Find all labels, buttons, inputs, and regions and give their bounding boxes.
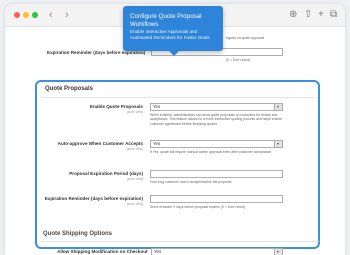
scope-label: [store view]: [126, 147, 143, 151]
select-value: Yes: [153, 104, 161, 109]
expiration-reminder-note: Send reminder X days before proposal exp…: [150, 205, 245, 209]
scope-label: [store view]: [126, 177, 143, 181]
download-icon[interactable]: ⊕: [289, 8, 297, 22]
scope-label: [store view]: [126, 110, 143, 114]
forward-arrow-icon[interactable]: ›: [65, 8, 69, 22]
browser-window: ‹ › ⊕ ⇧ + ⧉ signed on quote approval Exp…: [5, 4, 345, 255]
section-divider: [41, 97, 314, 98]
auto-approve-note: If Yes, quote will require manual admin …: [150, 150, 273, 154]
auto-approve-select[interactable]: Yes: [150, 140, 283, 148]
tabs-overview-icon[interactable]: ⧉: [330, 8, 337, 22]
expiration-reminder-label: Expiration Reminder (days before expirat…: [44, 196, 143, 201]
scope-label: [store view]: [126, 202, 143, 206]
expiration-period-label: Proposal Expiration Period (days): [69, 171, 143, 176]
expiration-period-note: How long customer has to accept/decline …: [150, 180, 232, 184]
section-title: Quote Proposals: [45, 86, 94, 92]
enable-quote-proposals-label: Enable Quote Proposals: [89, 104, 143, 109]
partial-note: signed on quote approval: [226, 36, 265, 40]
allow-shipping-label: Allow Shipping Modification on Checkout: [57, 249, 148, 254]
configure-tooltip: Configure Quote Proposal Workflows Enabl…: [123, 6, 223, 56]
select-value: Yes: [153, 141, 161, 146]
chevron-down-icon: [274, 141, 282, 147]
select-value: Yes: [154, 249, 162, 254]
quote-proposals-section: Quote Proposals Enable Quote Proposals […: [35, 80, 320, 249]
tooltip-title: Configure Quote Proposal Workflows: [130, 13, 202, 28]
back-arrow-icon[interactable]: ‹: [49, 8, 53, 22]
shipping-divider: [41, 241, 319, 242]
close-window-button[interactable]: [14, 12, 20, 18]
maximize-window-button[interactable]: [32, 12, 38, 18]
expiration-reminder-input[interactable]: [150, 195, 283, 203]
allow-shipping-select[interactable]: Yes: [151, 248, 283, 255]
chevron-down-icon: [274, 249, 282, 255]
admin-config-page: signed on quote approval Expiration Remi…: [5, 27, 345, 255]
new-tab-icon[interactable]: +: [318, 8, 324, 22]
share-icon[interactable]: ⇧: [304, 8, 312, 22]
expiration-period-input[interactable]: [150, 170, 283, 178]
auto-approve-label: Auto-approve When Customer Accepts: [57, 141, 143, 146]
enable-quote-proposals-select[interactable]: Yes: [150, 103, 283, 111]
quote-shipping-title: Quote Shipping Options: [43, 231, 112, 237]
tooltip-text: Enable Interactive Approvals and Automat…: [130, 29, 210, 40]
top-expiration-reminder-note: (0 = Don't send): [226, 58, 251, 62]
chevron-down-icon: [274, 104, 282, 110]
minimize-window-button[interactable]: [23, 12, 29, 18]
enable-quote-proposals-note: When enabled, administrators can send qu…: [150, 113, 283, 126]
